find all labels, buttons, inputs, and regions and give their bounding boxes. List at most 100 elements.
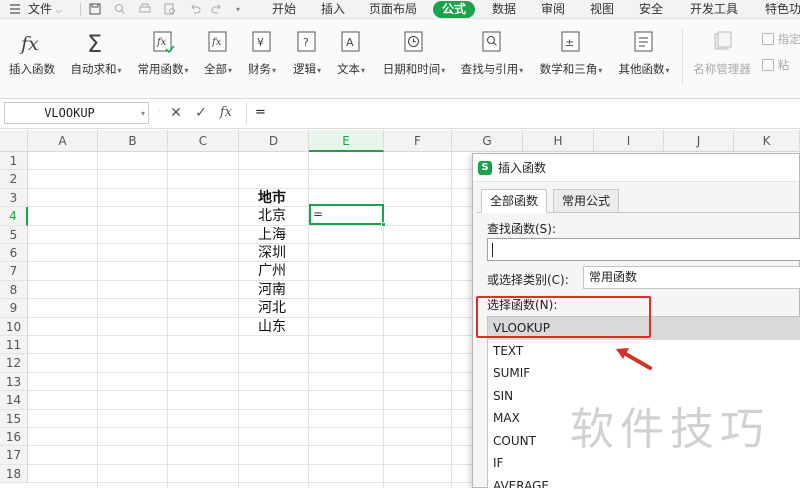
drag-handle-icon[interactable]: ⋮ (157, 108, 163, 115)
cancel-icon[interactable]: ✕ (168, 105, 184, 121)
caret-down-icon[interactable]: ▾ (317, 66, 321, 75)
row-header-4[interactable]: 4 (0, 207, 28, 226)
print-preview-icon[interactable] (113, 2, 127, 16)
cell-city[interactable]: 深圳 (239, 244, 286, 262)
logic-functions-button[interactable]: ? 逻辑▾ (289, 27, 325, 83)
name-box[interactable]: VLOOKUP ▾ (4, 102, 149, 124)
confirm-icon[interactable]: ✓ (193, 105, 209, 121)
all-functions-button[interactable]: fx 全部▾ (200, 27, 236, 83)
select-all-corner[interactable] (0, 130, 28, 152)
cell-city[interactable]: 广州 (239, 262, 286, 280)
quick-access-dropdown-icon[interactable]: ▾ (236, 5, 240, 14)
row-header-7[interactable]: 7 (0, 262, 28, 281)
column-header-d[interactable]: D (239, 130, 309, 152)
row-header-1[interactable]: 1 (0, 152, 28, 171)
print-icon[interactable] (138, 2, 152, 16)
tab-common-formulas[interactable]: 常用公式 (553, 189, 620, 213)
common-functions-button[interactable]: fx 常用函数▾ (134, 27, 192, 83)
column-header-e[interactable]: E (309, 130, 384, 152)
caret-down-icon[interactable]: ▾ (665, 66, 669, 75)
tab-formulas[interactable]: 公式 (433, 1, 476, 18)
insert-function-button[interactable]: fx 插入函数 (6, 27, 58, 83)
column-header-c[interactable]: C (168, 130, 239, 152)
cell-city[interactable]: 河北 (239, 299, 286, 317)
tab-insert[interactable]: 插入 (321, 0, 345, 19)
autosum-button[interactable]: Σ 自动求和▾ (67, 27, 125, 83)
column-header-b[interactable]: B (98, 130, 168, 152)
cell-city[interactable]: 河南 (239, 281, 286, 299)
finance-functions-button[interactable]: ¥ 财务▾ (244, 27, 280, 83)
specify-button[interactable]: 指定 (762, 31, 800, 49)
category-select[interactable]: 常用函数 (583, 266, 800, 289)
row-header-3[interactable]: 3 (0, 188, 28, 208)
row-header-8[interactable]: 8 (0, 280, 28, 300)
row-header-17[interactable]: 17 (0, 446, 28, 465)
row-header-11[interactable]: 11 (0, 336, 28, 355)
cell-city[interactable]: 山东 (239, 318, 286, 336)
fill-handle[interactable] (381, 222, 386, 227)
row-header-18[interactable]: 18 (0, 464, 28, 484)
caret-down-icon[interactable]: ▾ (184, 66, 188, 75)
math-icon: ± (535, 29, 607, 57)
function-list-item[interactable]: AVERAGE (488, 475, 800, 488)
chevron-down-icon[interactable]: ▾ (141, 109, 145, 118)
tab-security[interactable]: 安全 (639, 0, 663, 19)
row-header-6[interactable]: 6 (0, 244, 28, 263)
other-functions-button[interactable]: 其他函数▾ (614, 27, 674, 83)
search-doc-icon[interactable] (163, 2, 177, 16)
row-header-9[interactable]: 9 (0, 299, 28, 318)
row-header-10[interactable]: 10 (0, 317, 28, 336)
column-header-f[interactable]: F (384, 130, 452, 152)
cell-d3-header[interactable]: 地市 (239, 189, 286, 207)
column-header-j[interactable]: J (664, 130, 734, 152)
caret-down-icon[interactable]: ▾ (519, 66, 523, 75)
row-header-14[interactable]: 14 (0, 391, 28, 410)
cell-city[interactable]: 北京 (239, 207, 286, 225)
caret-down-icon[interactable]: ▾ (598, 66, 602, 75)
row-header-16[interactable]: 16 (0, 428, 28, 447)
redo-icon[interactable] (210, 2, 224, 16)
tab-data[interactable]: 数据 (492, 0, 516, 19)
active-cell-e4[interactable]: = (309, 204, 386, 227)
caret-down-icon[interactable]: ▾ (272, 66, 276, 75)
caret-down-icon[interactable]: ▾ (441, 66, 445, 75)
row-header-5[interactable]: 5 (0, 225, 28, 244)
math-functions-button[interactable]: ± 数学和三角▾ (535, 27, 607, 83)
column-header-h[interactable]: H (523, 130, 594, 152)
hamburger-menu-icon[interactable] (8, 2, 22, 16)
row-header-12[interactable]: 12 (0, 354, 28, 373)
undo-icon[interactable] (188, 2, 202, 16)
tab-page-layout[interactable]: 页面布局 (369, 0, 417, 19)
column-header-g[interactable]: G (452, 130, 523, 152)
search-function-input[interactable] (487, 238, 800, 261)
column-header-i[interactable]: I (594, 130, 664, 152)
dialog-title-bar[interactable]: S 插入函数 (473, 154, 799, 182)
fx-icon[interactable]: fx (218, 105, 234, 121)
lookup-functions-button[interactable]: 查找与引用▾ (456, 27, 528, 83)
paste-button[interactable]: 粘 (762, 57, 800, 75)
datetime-functions-button[interactable]: 日期和时间▾ (378, 27, 450, 83)
caret-down-icon[interactable]: ▾ (228, 66, 232, 75)
save-icon[interactable] (88, 2, 102, 16)
column-header-k[interactable]: K (734, 130, 800, 152)
tab-view[interactable]: 视图 (590, 0, 614, 19)
name-manager-button[interactable]: 名称管理器 (691, 27, 753, 83)
caret-down-icon[interactable]: ▾ (117, 66, 121, 75)
tab-review[interactable]: 审阅 (541, 0, 565, 19)
tab-all-functions[interactable]: 全部函数 (481, 189, 548, 213)
row-header-13[interactable]: 13 (0, 372, 28, 392)
highlight-box (476, 296, 651, 338)
row-header-2[interactable]: 2 (0, 170, 28, 189)
tab-home[interactable]: 开始 (272, 0, 296, 19)
file-menu[interactable]: 文件 ⌵ (28, 0, 62, 19)
formula-input[interactable]: = (246, 102, 800, 124)
caret-down-icon[interactable]: ▾ (361, 66, 365, 75)
cell-city[interactable]: 上海 (239, 226, 286, 244)
row-header-15[interactable]: 15 (0, 409, 28, 428)
column-header-a[interactable]: A (28, 130, 98, 152)
tab-developer[interactable]: 开发工具 (690, 0, 738, 19)
tab-special[interactable]: 特色功 (765, 0, 800, 19)
grid-column-line (451, 152, 452, 488)
finance-icon: ¥ (244, 29, 280, 57)
text-functions-button[interactable]: A 文本▾ (333, 27, 369, 83)
